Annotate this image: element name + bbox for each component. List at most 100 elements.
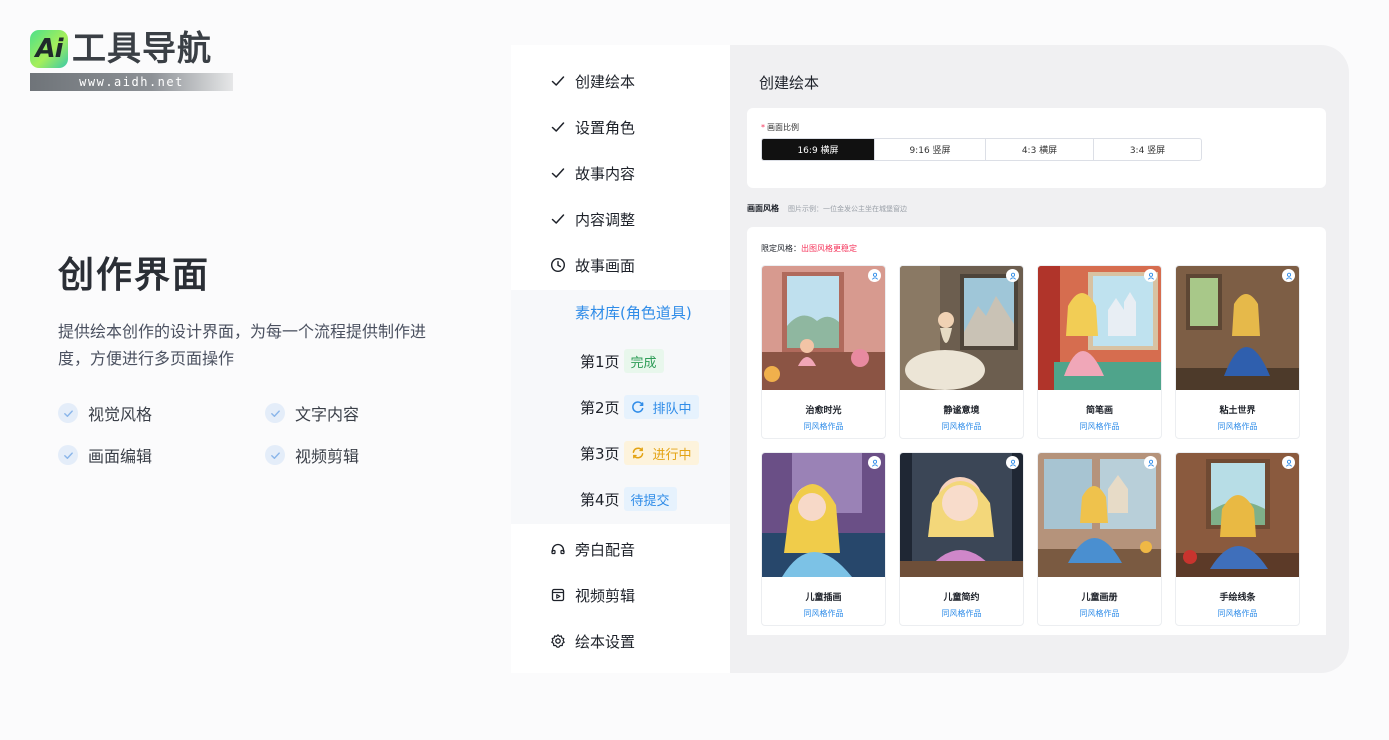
limit-style-line: 限定风格：出图风格更稳定 — [761, 244, 857, 253]
status-badge-in-progress: 进行中 — [623, 441, 699, 465]
nav-step-create[interactable]: 创建绘本 — [549, 69, 635, 93]
nav-step-scenes[interactable]: 故事画面 — [549, 253, 635, 277]
ratio-option-3-4[interactable]: 3:4 竖屏 — [1094, 139, 1201, 160]
style-name: 儿童画册 — [1081, 593, 1118, 603]
style-thumbnail — [762, 453, 885, 577]
nav-label: 旁白配音 — [575, 540, 636, 559]
feature-item: 视频剪辑 — [265, 444, 438, 466]
page-label: 第1页 — [580, 352, 620, 371]
headphones-icon — [549, 540, 567, 558]
nav-video-edit[interactable]: 视频剪辑 — [549, 583, 635, 607]
check-circle-icon — [265, 403, 285, 423]
page-label: 第2页 — [580, 398, 620, 417]
style-option-kids-picture-book[interactable]: 儿童画册 同风格作品 — [1037, 452, 1162, 626]
feature-label: 视觉风格 — [88, 405, 153, 424]
style-thumbnail — [900, 266, 1023, 390]
video-edit-icon — [549, 586, 567, 604]
style-name: 静谧意境 — [943, 406, 980, 416]
feature-item: 画面编辑 — [58, 444, 265, 466]
style-thumbnail — [900, 453, 1023, 577]
style-thumbnail — [762, 266, 885, 390]
refresh-icon — [631, 401, 643, 413]
nav-sub-asset-library[interactable]: 素材库(角色道具) — [575, 302, 692, 323]
nav-step-adjust[interactable]: 内容调整 — [549, 207, 635, 231]
feature-list: 视觉风格 文字内容 画面编辑 视频剪辑 — [58, 402, 438, 466]
nav-label: 创建绘本 — [575, 72, 636, 91]
user-icon — [1282, 456, 1295, 469]
nav-label: 绘本设置 — [575, 632, 636, 651]
user-icon — [1144, 269, 1157, 282]
user-icon — [868, 269, 881, 282]
nav-book-settings[interactable]: 绘本设置 — [549, 629, 635, 653]
feature-item: 文字内容 — [265, 402, 438, 424]
ratio-segmented-control: 16:9 横屏 9:16 竖屏 4:3 横屏 3:4 竖屏 — [761, 138, 1202, 161]
style-option-clay[interactable]: 粘土世界 同风格作品 — [1175, 265, 1300, 439]
check-icon — [549, 210, 567, 228]
nav-label: 故事画面 — [575, 256, 636, 275]
brand-logo: Ai 工具导航 www.aidh.net — [30, 28, 233, 92]
check-circle-icon — [58, 445, 78, 465]
page-row-1[interactable]: 第1页 完成 — [580, 349, 664, 373]
style-link[interactable]: 同风格作品 — [762, 421, 885, 432]
style-thumbnail — [1038, 453, 1161, 577]
sync-icon — [632, 447, 643, 459]
style-heading: 画面风格 — [747, 204, 779, 213]
intro-description: 提供绘本创作的设计界面，为每一个流程提供制作进度，方便进行多页面操作 — [58, 322, 427, 368]
ratio-card: * 画面比例 16:9 横屏 9:16 竖屏 4:3 横屏 3:4 竖屏 — [747, 108, 1326, 188]
style-option-serene[interactable]: 静谧意境 同风格作品 — [899, 265, 1024, 439]
nav-narration[interactable]: 旁白配音 — [549, 537, 635, 561]
style-option-sketch[interactable]: 简笔画 同风格作品 — [1037, 265, 1162, 439]
style-option-hand-drawn[interactable]: 手绘线条 同风格作品 — [1175, 452, 1300, 626]
page-row-4[interactable]: 第4页 待提交 — [580, 487, 677, 511]
style-name: 简笔画 — [1085, 406, 1113, 416]
style-link[interactable]: 同风格作品 — [1038, 421, 1161, 432]
gear-icon — [549, 632, 567, 650]
sidebar: 创建绘本 设置角色 故事内容 内容调整 故事画面 素材库(角色道具) 第1页 完… — [511, 45, 730, 673]
style-option-kids-illustration[interactable]: 儿童插画 同风格作品 — [761, 452, 886, 626]
clock-icon — [549, 256, 567, 274]
nav-step-story[interactable]: 故事内容 — [549, 161, 635, 185]
feature-label: 画面编辑 — [88, 447, 153, 466]
style-name: 手绘线条 — [1219, 593, 1256, 603]
style-option-healing[interactable]: 治愈时光 同风格作品 — [761, 265, 886, 439]
page-label: 第4页 — [580, 490, 620, 509]
style-link[interactable]: 同风格作品 — [900, 608, 1023, 619]
user-icon — [1282, 269, 1295, 282]
style-link[interactable]: 同风格作品 — [1176, 608, 1299, 619]
style-thumbnail — [1038, 266, 1161, 390]
style-option-kids-simple[interactable]: 儿童简约 同风格作品 — [899, 452, 1024, 626]
brand-title: 工具导航 — [72, 29, 212, 69]
main-panel: 创建绘本 * 画面比例 16:9 横屏 9:16 竖屏 4:3 横屏 3:4 竖屏… — [730, 45, 1349, 673]
style-card: 限定风格：出图风格更稳定 治愈时光 同风格作品 静谧意境 同风格作品 简笔画 同… — [747, 227, 1326, 635]
status-badge-done: 完成 — [623, 349, 664, 373]
page-row-2[interactable]: 第2页 排队中 — [580, 395, 699, 419]
style-link[interactable]: 同风格作品 — [1176, 421, 1299, 432]
style-link[interactable]: 同风格作品 — [762, 608, 885, 619]
ratio-option-16-9[interactable]: 16:9 横屏 — [762, 139, 875, 160]
page-row-3[interactable]: 第3页 进行中 — [580, 441, 699, 465]
feature-label: 文字内容 — [295, 405, 360, 424]
status-badge-pending: 待提交 — [623, 487, 677, 511]
style-link[interactable]: 同风格作品 — [900, 421, 1023, 432]
style-thumbnail — [1176, 453, 1299, 577]
brand-mark: Ai — [30, 30, 68, 68]
page-title: 创建绘本 — [759, 74, 820, 92]
style-thumbnail — [1176, 266, 1299, 390]
style-grid: 治愈时光 同风格作品 静谧意境 同风格作品 简笔画 同风格作品 粘土世界 同风格… — [761, 265, 1300, 626]
nav-label: 视频剪辑 — [575, 586, 636, 605]
brand-url: www.aidh.net — [30, 73, 233, 91]
style-hint: 图片示例：一位金发公主坐在城堡窗边 — [788, 205, 907, 213]
user-icon — [1006, 456, 1019, 469]
app-window: 创建绘本 设置角色 故事内容 内容调整 故事画面 素材库(角色道具) 第1页 完… — [511, 45, 1349, 673]
check-circle-icon — [265, 445, 285, 465]
ratio-option-9-16[interactable]: 9:16 竖屏 — [875, 139, 986, 160]
nav-label: 设置角色 — [575, 118, 636, 137]
style-name: 粘土世界 — [1219, 406, 1256, 416]
user-icon — [1144, 456, 1157, 469]
check-icon — [549, 164, 567, 182]
ratio-option-4-3[interactable]: 4:3 横屏 — [986, 139, 1094, 160]
style-link[interactable]: 同风格作品 — [1038, 608, 1161, 619]
ratio-label: * 画面比例 — [761, 123, 799, 132]
nav-step-character[interactable]: 设置角色 — [549, 115, 635, 139]
check-icon — [549, 72, 567, 90]
